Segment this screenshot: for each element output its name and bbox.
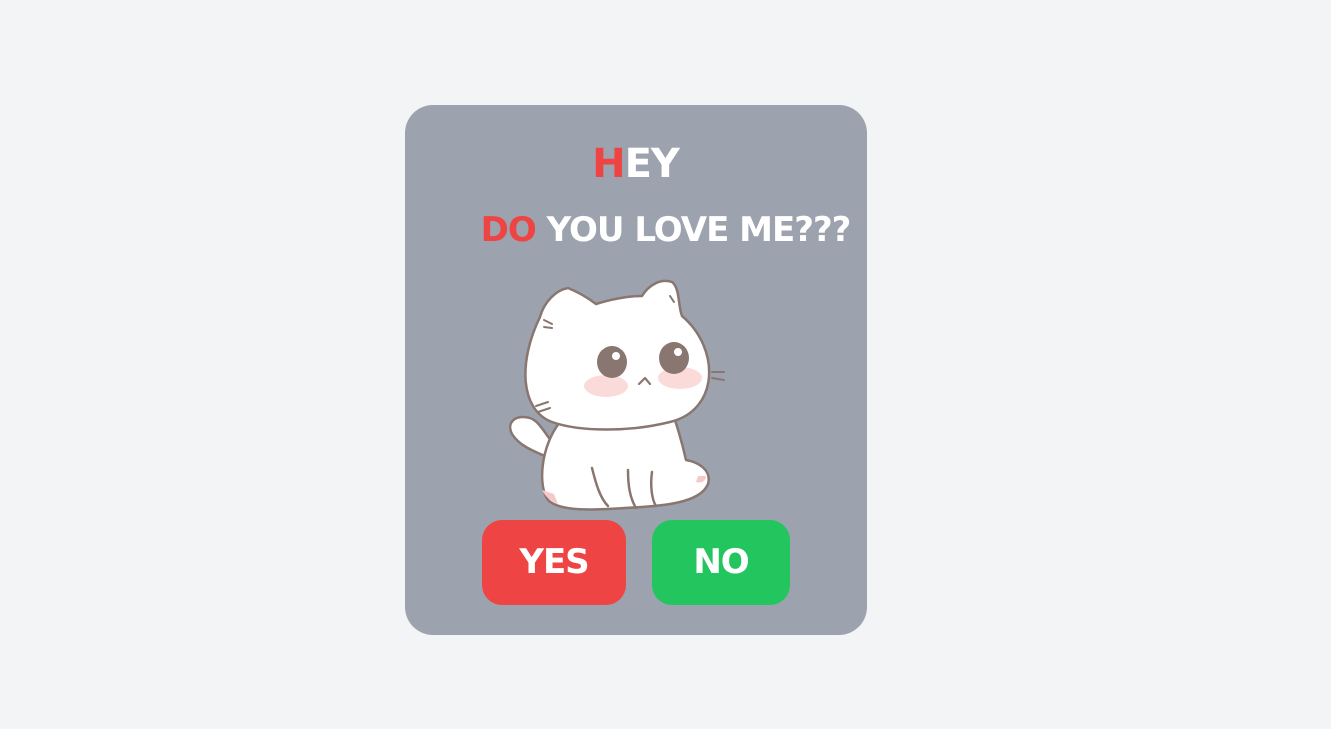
question-heading: DO YOU LOVE ME??? — [0, 206, 1331, 254]
greeting-first-letter: H — [592, 141, 625, 187]
greeting-rest: EY — [624, 141, 680, 187]
question-accent: DO — [480, 210, 537, 250]
no-button[interactable]: NO — [652, 520, 790, 605]
question-rest: YOU LOVE ME??? — [535, 210, 852, 250]
greeting-heading: HEY — [0, 137, 1331, 191]
cat-icon — [509, 279, 725, 511]
yes-button[interactable]: YES — [482, 520, 626, 605]
